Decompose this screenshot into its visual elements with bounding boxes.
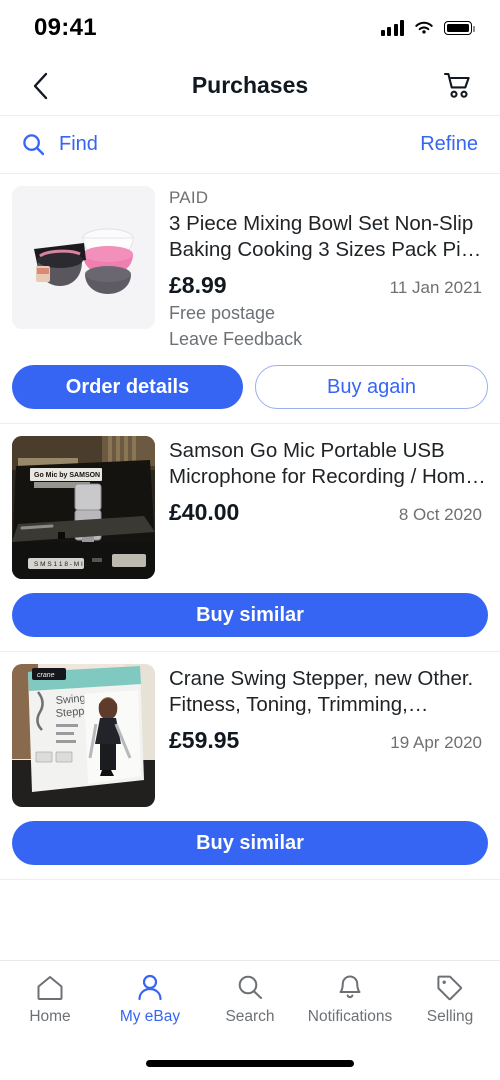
item-title: Crane Swing Stepper, new Other. Fitness,… <box>169 667 474 716</box>
refine-button[interactable]: Refine <box>420 133 478 156</box>
tab-search-label: Search <box>225 1008 275 1025</box>
page-title: Purchases <box>191 72 309 98</box>
item-price: £8.99 <box>169 272 227 298</box>
buy-again-button[interactable]: Buy again <box>255 365 488 409</box>
item-actions: Order details Buy again <box>0 351 500 409</box>
purchase-row: PAID 3 Piece Mixing Bowl Set Non-Slip Ba… <box>0 186 500 351</box>
item-date: 11 Jan 2021 <box>389 278 482 297</box>
nav-bar: Purchases <box>0 56 500 116</box>
search-icon <box>236 972 264 1002</box>
status-icons <box>380 20 475 36</box>
purchase-item[interactable]: crane Swing Stepper Crane Swing Stepper,… <box>0 652 500 880</box>
status-bar: 09:41 <box>0 0 500 56</box>
back-button[interactable] <box>22 68 58 104</box>
tab-notifications[interactable]: Notifications <box>300 972 400 1026</box>
buy-similar-button[interactable]: Buy similar <box>12 821 488 865</box>
home-indicator[interactable] <box>146 1059 354 1067</box>
svg-text:Go Mic by SAMSON: Go Mic by SAMSON <box>34 472 100 479</box>
home-indicator-area <box>0 1046 500 1080</box>
purchase-item[interactable]: Go Mic by SAMSON S M S 1 1 8 - M I C Sam… <box>0 424 500 652</box>
person-icon <box>136 972 164 1002</box>
item-title: Samson Go Mic Portable USB Microphone fo… <box>169 439 477 488</box>
item-date: 8 Oct 2020 <box>398 505 482 524</box>
item-actions: Buy similar <box>0 579 500 637</box>
tab-selling[interactable]: Selling <box>400 972 500 1026</box>
tag-icon <box>436 972 464 1002</box>
purchases-list: PAID 3 Piece Mixing Bowl Set Non-Slip Ba… <box>0 174 500 960</box>
item-info: Samson Go Mic Portable USB Microphone fo… <box>169 436 488 579</box>
item-actions: Buy similar <box>0 807 500 865</box>
item-thumbnail[interactable] <box>12 186 155 329</box>
purchase-row: crane Swing Stepper Crane Swing Stepper,… <box>0 664 500 807</box>
item-thumbnail[interactable]: crane Swing Stepper <box>12 664 155 807</box>
samson-go-mic-photo: Go Mic by SAMSON S M S 1 1 8 - M I C <box>12 436 155 579</box>
item-price: £59.95 <box>169 727 240 753</box>
home-icon <box>36 972 64 1002</box>
search-icon <box>23 134 45 156</box>
tab-notifications-label: Notifications <box>307 1008 393 1025</box>
tab-home[interactable]: Home <box>0 972 100 1026</box>
item-price: £40.00 <box>169 499 240 525</box>
battery-full-icon <box>444 21 475 35</box>
item-info: PAID 3 Piece Mixing Bowl Set Non-Slip Ba… <box>169 186 488 351</box>
item-info: Crane Swing Stepper, new Other. Fitness,… <box>169 664 488 807</box>
purchases-screen: 09:41 Purchases Find Refine PAID 3 Piece… <box>0 0 500 1080</box>
price-row: £8.99 11 Jan 2021 <box>169 272 488 299</box>
status-time: 09:41 <box>34 14 97 41</box>
shopping-cart-icon <box>443 72 470 98</box>
purchase-item[interactable]: PAID 3 Piece Mixing Bowl Set Non-Slip Ba… <box>0 174 500 424</box>
mixing-bowl-set-photo <box>12 186 155 329</box>
cellular-bars-icon <box>380 20 404 36</box>
crane-swing-stepper-photo: crane Swing Stepper <box>12 664 155 807</box>
tab-search[interactable]: Search <box>200 972 300 1026</box>
bell-icon <box>336 972 364 1002</box>
postage-label: Free postage <box>169 303 276 323</box>
tab-home-label: Home <box>29 1008 71 1025</box>
leave-feedback-link[interactable]: Leave Feedback <box>169 328 488 351</box>
tab-my-ebay-label: My eBay <box>119 1008 181 1025</box>
cart-button[interactable] <box>438 66 478 106</box>
chevron-left-icon <box>33 72 47 99</box>
price-row: £40.00 8 Oct 2020 <box>169 499 488 526</box>
buy-similar-button[interactable]: Buy similar <box>12 593 488 637</box>
tab-selling-label: Selling <box>426 1008 474 1025</box>
item-date: 19 Apr 2020 <box>390 733 482 752</box>
tab-bar: Home My eBay Search Notifications Sellin… <box>0 960 500 1046</box>
purchase-row: Go Mic by SAMSON S M S 1 1 8 - M I C Sam… <box>0 436 500 579</box>
svg-text:S M S 1 1 8 - M I C: S M S 1 1 8 - M I C <box>34 561 90 568</box>
tab-my-ebay[interactable]: My eBay <box>100 972 200 1026</box>
wifi-icon <box>415 21 433 34</box>
filter-bar: Find Refine <box>0 116 500 174</box>
item-thumbnail[interactable]: Go Mic by SAMSON S M S 1 1 8 - M I C <box>12 436 155 579</box>
status-badge: PAID <box>169 188 209 207</box>
find-label: Find <box>59 133 98 155</box>
order-details-button[interactable]: Order details <box>12 365 243 409</box>
item-title: 3 Piece Mixing Bowl Set Non-Slip Baking … <box>169 212 483 261</box>
find-button[interactable]: Find <box>22 133 98 156</box>
svg-text:crane: crane <box>37 672 55 679</box>
price-row: £59.95 19 Apr 2020 <box>169 727 488 754</box>
